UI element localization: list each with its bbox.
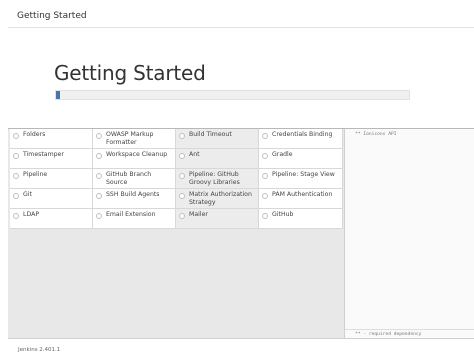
install-progress-fill [56,91,60,99]
plugin-status-icon [179,173,185,179]
plugin-status-icon [13,173,19,179]
plugin-item: Ant [176,149,259,169]
plugin-status-icon [179,153,185,159]
plugin-item: OWASP Markup Formatter [93,129,176,149]
plugin-status-icon [13,133,19,139]
plugin-label: GitHub Branch Source [106,171,152,186]
plugin-item: GitHub [259,209,343,229]
log-line: ** Ionicons API [355,132,397,137]
plugin-status-icon [262,213,268,219]
plugin-label: Pipeline: Stage View [272,171,335,178]
plugin-label: GitHub [272,211,294,218]
plugin-status-icon [179,133,185,139]
plugin-item: Pipeline [10,169,93,189]
plugin-label: Git [23,191,32,198]
plugin-status-icon [262,153,268,159]
plugin-status-icon [262,133,268,139]
plugin-item: Credentials Binding [259,129,343,149]
plugin-item: Email Extension [93,209,176,229]
window-header: Getting Started [8,4,474,28]
plugin-status-icon [96,193,102,199]
plugin-label: Email Extension [106,211,156,218]
plugin-item: Folders [10,129,93,149]
plugin-status-icon [96,173,102,179]
plugin-label: Timestamper [23,151,64,158]
plugin-status-icon [262,173,268,179]
plugin-label: OWASP Markup Formatter [106,131,154,146]
page-footer: Jenkins 2.401.1 [8,338,474,362]
install-log[interactable]: ** Ionicons API ** - required dependency [344,129,474,339]
plugin-status-icon [13,213,19,219]
plugin-label: Pipeline: GitHub Groovy Libraries [189,171,240,186]
plugin-status-icon [179,213,185,219]
plugin-item: Pipeline: Stage View [259,169,343,189]
plugin-label: Pipeline [23,171,48,178]
plugin-status-icon [96,133,102,139]
plugin-status-icon [179,193,185,199]
hero-section: Getting Started [8,28,474,128]
plugin-label: Credentials Binding [272,131,333,138]
jenkins-version[interactable]: Jenkins 2.401.1 [18,347,60,353]
plugin-item: Pipeline: GitHub Groovy Libraries [176,169,259,189]
plugin-label: LDAP [23,211,40,218]
plugin-label: Mailer [189,211,208,218]
plugin-item: Mailer [176,209,259,229]
plugin-item: Timestamper [10,149,93,169]
plugin-label: Ant [189,151,200,158]
page-title: Getting Started [54,61,206,85]
plugin-label: Build Timeout [189,131,232,138]
plugin-status-icon [13,193,19,199]
plugin-label: SSH Build Agents [106,191,160,198]
plugin-label: Matrix Authorization Strategy [189,191,252,206]
plugin-label: Folders [23,131,46,138]
plugin-label: Gradle [272,151,293,158]
plugin-item: PAM Authentication [259,189,343,209]
plugin-item: Build Timeout [176,129,259,149]
window-title: Getting Started [17,11,87,21]
plugin-status-icon [96,153,102,159]
plugin-item: Gradle [259,149,343,169]
install-progress-bar [55,90,410,100]
required-dependency-note: ** - required dependency [355,332,422,337]
plugin-item: Workspace Cleanup [93,149,176,169]
plugin-status-icon [13,153,19,159]
plugin-status-icon [96,213,102,219]
plugin-panel: Folders OWASP Markup Formatter Build Timeo… [8,128,474,339]
plugin-item: LDAP [10,209,93,229]
plugin-item: GitHub Branch Source [93,169,176,189]
plugin-item: Matrix Authorization Strategy [176,189,259,209]
plugin-status-icon [262,193,268,199]
plugin-label: Workspace Cleanup [106,151,168,158]
plugin-item: Git [10,189,93,209]
plugin-item: SSH Build Agents [93,189,176,209]
plugin-label: PAM Authentication [272,191,333,198]
